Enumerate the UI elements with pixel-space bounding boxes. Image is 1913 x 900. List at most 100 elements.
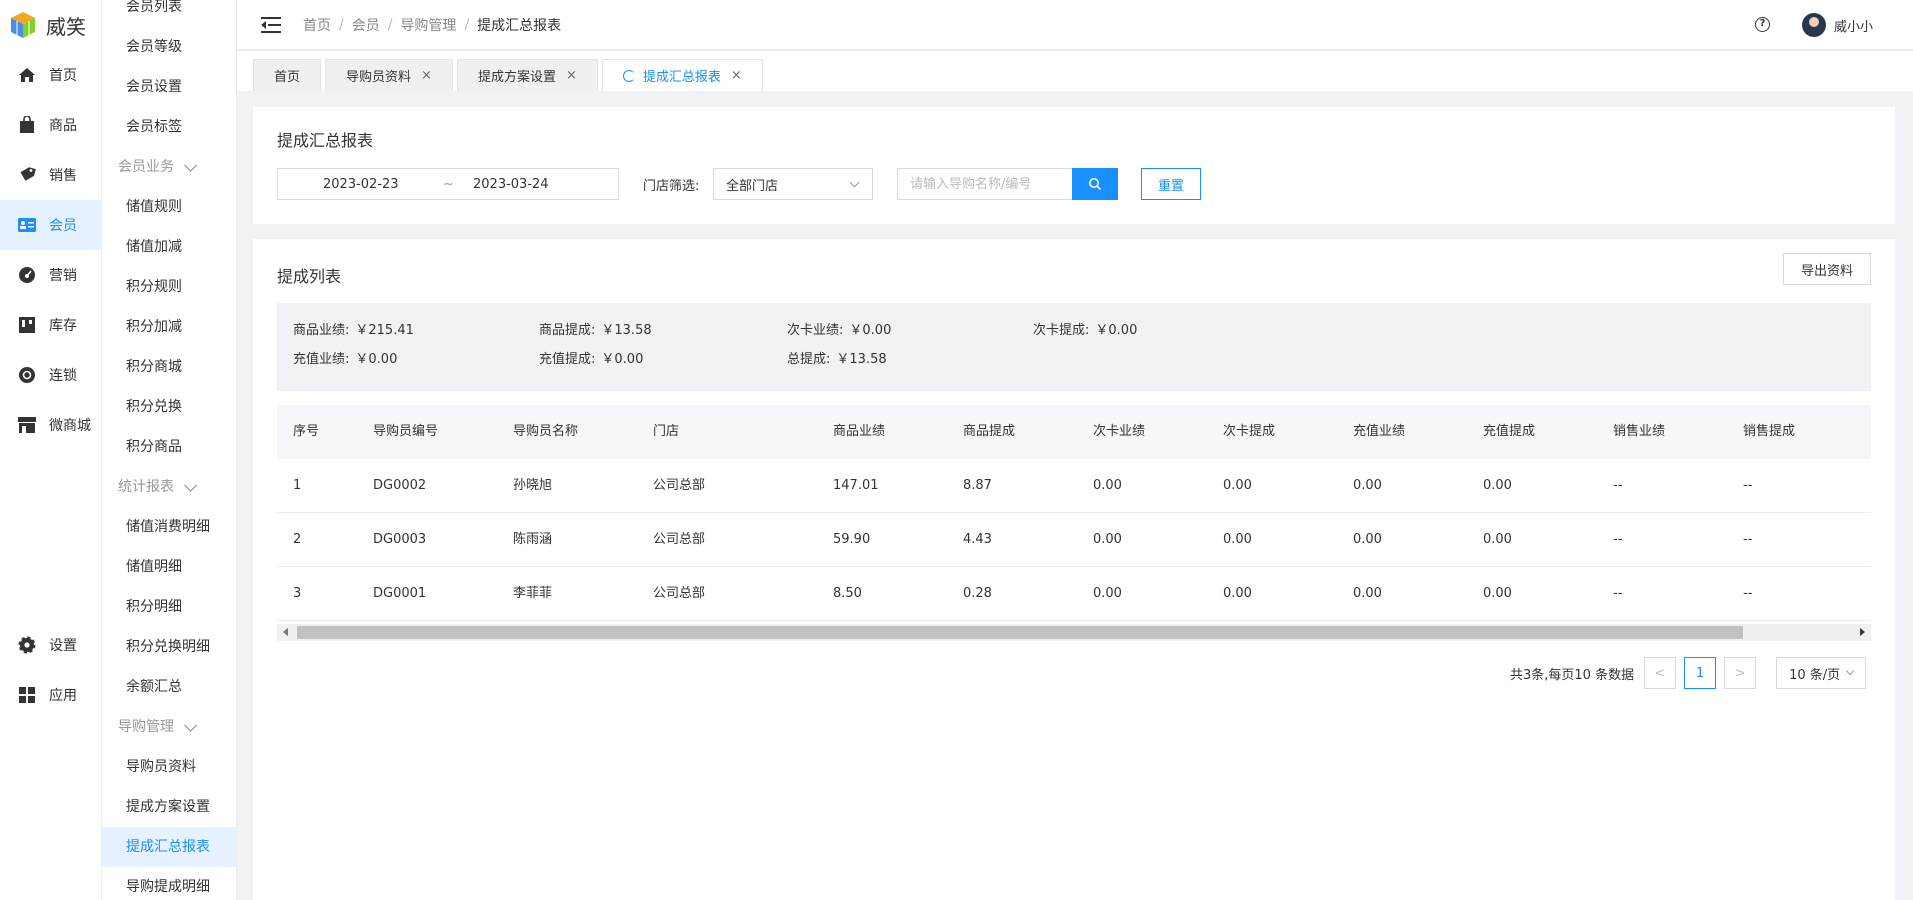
summary-value: ￥13.58 — [601, 323, 652, 338]
table-cell: 8.50 — [833, 586, 862, 601]
table-row[interactable]: 1 DG0002 孙晓旭 公司总部 147.01 8.87 0.00 0.00 0.00 0.00… — [277, 459, 1871, 513]
scrollbar-thumb[interactable] — [297, 626, 1743, 639]
date-range-picker[interactable]: 2023-02-23 ~ 2023-03-24 — [277, 168, 619, 200]
sub-nav-item[interactable]: 储值明细 — [102, 547, 236, 587]
search-button[interactable] — [1072, 168, 1118, 200]
page-size-select[interactable]: 10 条/页 — [1776, 657, 1867, 689]
column-header: 导购员名称 — [513, 424, 579, 439]
user-menu[interactable]: 威小小 — [1801, 13, 1873, 37]
sub-nav-item[interactable]: 会员等级 — [102, 27, 236, 67]
tab[interactable]: 提成汇总报表 × — [601, 59, 763, 91]
sub-nav-item[interactable]: 积分明细 — [102, 587, 236, 627]
nav-item-label: 库存 — [49, 318, 77, 334]
summary-label: 总提成: — [787, 352, 831, 367]
summary-label: 次卡提成: — [1033, 323, 1090, 338]
sub-nav-item[interactable]: 储值规则 — [102, 187, 236, 227]
nav-item-gear[interactable]: 设置 — [0, 620, 101, 670]
nav-item-tag[interactable]: 销售 — [0, 150, 101, 200]
nav-item-member-card[interactable]: 会员 — [0, 200, 101, 250]
reset-button[interactable]: 重置 — [1141, 168, 1201, 200]
nav-item-gauge[interactable]: 营销 — [0, 250, 101, 300]
page-1-button[interactable]: 1 — [1684, 657, 1717, 689]
column-header: 次卡提成 — [1223, 424, 1276, 439]
sub-nav-group[interactable]: 导购管理 — [102, 707, 236, 747]
breadcrumb-item[interactable]: 会员 — [352, 15, 380, 35]
table-cell: 0.00 — [1093, 586, 1122, 601]
sub-nav-item[interactable]: 提成方案设置 — [102, 787, 236, 827]
close-icon[interactable]: × — [731, 68, 742, 83]
sub-nav-item[interactable]: 会员设置 — [102, 67, 236, 107]
sub-nav-item[interactable]: 积分商城 — [102, 347, 236, 387]
table-cell: 147.01 — [833, 478, 879, 493]
sub-nav-group-label: 会员业务 — [118, 159, 174, 175]
sub-nav-item[interactable]: 积分商品 — [102, 427, 236, 467]
date-start[interactable]: 2023-02-23 — [323, 177, 443, 192]
horizontal-scrollbar[interactable] — [277, 624, 1871, 641]
table-cell: DG0003 — [373, 532, 427, 547]
table-cell: 8.87 — [963, 478, 992, 493]
close-icon[interactable]: × — [566, 68, 577, 83]
column-header: 商品提成 — [963, 424, 1016, 439]
sub-nav-item[interactable]: 提成汇总报表 — [102, 827, 236, 867]
table-cell: 1 — [293, 478, 302, 493]
table-header: 序号 导购员编号 导购员名称 门店 商品业绩 商品提成 次卡业绩 次卡提成 充值业绩 充值提成 销售… — [277, 405, 1871, 459]
table-cell: 0.00 — [1223, 586, 1252, 601]
tab[interactable]: 提成方案设置 × — [456, 59, 598, 91]
sub-nav-group[interactable]: 统计报表 — [102, 467, 236, 507]
breadcrumb-separator: / — [387, 16, 393, 33]
scroll-right-icon[interactable] — [1860, 628, 1865, 636]
nav-item-label: 销售 — [49, 168, 77, 184]
sub-nav-item[interactable]: 积分兑换 — [102, 387, 236, 427]
store-filter-label: 门店筛选: — [643, 179, 700, 194]
nav-item-chain[interactable]: 连锁 — [0, 350, 101, 400]
nav-item-home[interactable]: 首页 — [0, 50, 101, 100]
collapse-menu-icon[interactable] — [261, 16, 283, 34]
search-input[interactable] — [897, 168, 1072, 200]
chevron-down-icon — [849, 177, 860, 188]
nav-item-warehouse[interactable]: 库存 — [0, 300, 101, 350]
page-title: 提成汇总报表 — [277, 131, 374, 150]
table-row[interactable]: 2 DG0003 陈雨涵 公司总部 59.90 4.43 0.00 0.00 0.00 0.00 -… — [277, 513, 1871, 567]
store-select-value: 全部门店 — [726, 178, 779, 194]
sub-nav-item[interactable]: 积分加减 — [102, 307, 236, 347]
sub-nav-item[interactable]: 导购员资料 — [102, 747, 236, 787]
nav-item-shop[interactable]: 微商城 — [0, 400, 101, 450]
sub-nav: 会员列表 会员等级 会员设置 会员标签会员业务储值规则 储值加减 积分规则 积分加减 积分商城… — [102, 0, 237, 900]
next-page-button[interactable]: > — [1724, 657, 1757, 689]
breadcrumb-item[interactable]: 导购管理 — [400, 15, 456, 35]
nav-item-grid[interactable]: 应用 — [0, 670, 101, 720]
sub-nav-item[interactable]: 会员列表 — [102, 0, 236, 27]
tab[interactable]: 首页 — [253, 59, 322, 91]
sub-nav-item[interactable]: 储值消费明细 — [102, 507, 236, 547]
refresh-icon[interactable] — [622, 69, 635, 82]
shop-icon — [17, 415, 37, 435]
export-button[interactable]: 导出资料 — [1783, 253, 1871, 285]
chevron-down-icon — [184, 158, 197, 172]
sub-nav-item[interactable]: 余额汇总 — [102, 667, 236, 707]
help-icon[interactable]: ? — [1755, 17, 1770, 32]
sub-nav-item[interactable]: 储值加减 — [102, 227, 236, 267]
table-row[interactable]: 3 DG0001 李菲菲 公司总部 8.50 0.28 0.00 0.00 0.00 0.00 --… — [277, 567, 1871, 621]
store-select[interactable]: 全部门店 — [713, 168, 873, 200]
table-cell: DG0002 — [373, 478, 427, 493]
table-cell: -- — [1743, 478, 1753, 493]
table-cell: 0.00 — [1353, 586, 1382, 601]
prev-page-button[interactable]: < — [1644, 657, 1677, 689]
sub-nav-item[interactable]: 积分规则 — [102, 267, 236, 307]
sub-nav-item[interactable]: 导购提成明细 — [102, 867, 236, 900]
table-cell: DG0001 — [373, 586, 427, 601]
logo[interactable]: 威笑 — [0, 0, 101, 50]
sub-nav-group[interactable]: 会员业务 — [102, 147, 236, 187]
close-icon[interactable]: × — [421, 68, 432, 83]
summary-label: 次卡业绩: — [787, 323, 844, 338]
date-end[interactable]: 2023-03-24 — [473, 177, 549, 192]
sub-nav-item[interactable]: 积分兑换明细 — [102, 627, 236, 667]
summary-item: 充值提成: ￥0.00 — [539, 348, 643, 367]
tab[interactable]: 导购员资料 × — [325, 59, 453, 91]
column-header: 商品业绩 — [833, 424, 886, 439]
scroll-left-icon[interactable] — [283, 628, 288, 636]
nav-item-bag[interactable]: 商品 — [0, 100, 101, 150]
column-header: 导购员编号 — [373, 424, 439, 439]
sub-nav-item[interactable]: 会员标签 — [102, 107, 236, 147]
breadcrumb-item[interactable]: 首页 — [303, 15, 331, 35]
